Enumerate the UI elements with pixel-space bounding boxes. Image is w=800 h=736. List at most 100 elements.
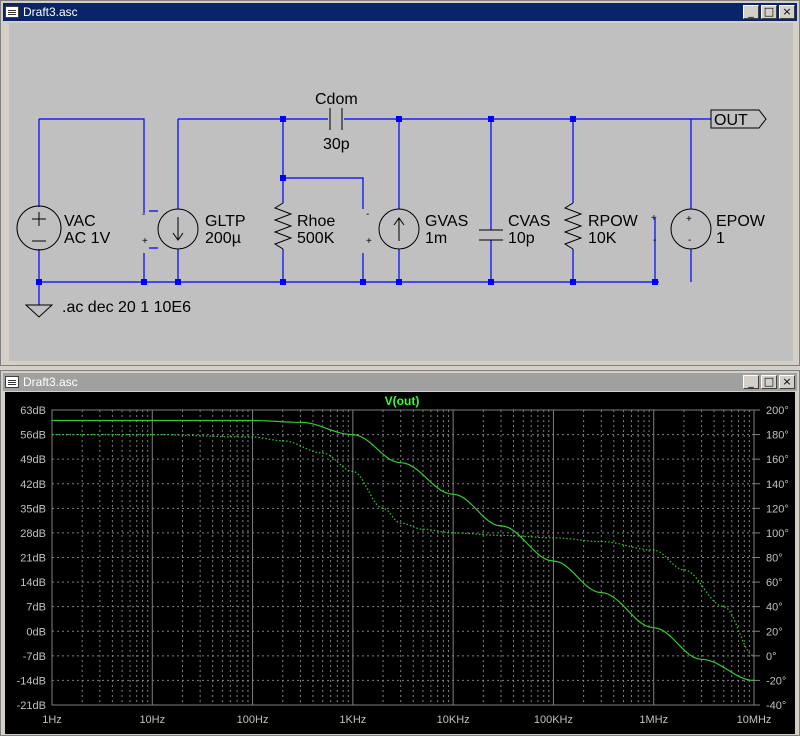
magnitude-point <box>653 627 655 629</box>
cdom-value: 30p <box>323 136 350 153</box>
magnitude-point <box>151 419 153 422</box>
cvas-name: CVAS <box>508 213 550 230</box>
y-right-tick-label: 80° <box>766 553 783 565</box>
y-right-tick-label: -40° <box>766 700 786 712</box>
cdom-symbol[interactable] <box>329 108 343 130</box>
cvas-value: 10p <box>508 230 535 247</box>
schematic-titlebar[interactable]: Draft3.asc _ □ × <box>3 3 797 21</box>
y-right-tick-label: 180° <box>766 430 789 442</box>
schematic-canvas[interactable]: - + - + + - + - VAC AC 1V GLTP 200µ Rhoe… <box>9 23 793 361</box>
spice-directive[interactable]: .ac dec 20 1 10E6 <box>62 299 191 316</box>
phase-point <box>422 528 424 530</box>
y-right-tick-label: -20° <box>766 675 786 687</box>
plot-minimize-button[interactable]: _ <box>743 375 759 389</box>
plot-canvas[interactable]: 63dB 56dB 49dB 42dB 35dB 28dB 21dB 14dB 7dB 0dB -7… <box>5 392 795 734</box>
vac-name: VAC <box>64 213 96 230</box>
schematic-close-button[interactable]: × <box>779 5 795 19</box>
x-tick-label: 100Hz <box>237 714 269 726</box>
rpow-value: 10K <box>588 230 617 247</box>
x-tick-label: 10MHz <box>737 714 772 726</box>
schematic-document-icon <box>5 6 19 18</box>
y-left-tick-label: 63dB <box>20 405 46 417</box>
gltp-wire[interactable] <box>149 119 179 282</box>
rhoe-value: 500K <box>297 230 335 247</box>
x-tick-label: 1MHz <box>639 714 668 726</box>
gltp-name: GLTP <box>205 213 246 230</box>
gvas-name: GVAS <box>425 213 468 230</box>
phase-point <box>322 452 324 454</box>
schematic-minimize-button[interactable]: _ <box>743 5 759 19</box>
y-left-tick-label: 7dB <box>26 602 46 614</box>
gvas-symbol[interactable] <box>378 208 420 250</box>
epow-pin-plus-out: + <box>651 213 657 224</box>
rhoe-symbol[interactable] <box>273 202 293 250</box>
junction <box>652 279 658 285</box>
junction <box>175 279 181 285</box>
phase-point <box>51 433 53 436</box>
magnitude-point <box>600 592 602 594</box>
x-tick-label: 100KHz <box>534 714 573 726</box>
y-right-tick-label: 140° <box>766 479 789 491</box>
y-left-tick-label: -7dB <box>23 651 46 663</box>
schematic-window: Draft3.asc _ □ × - + - + + - + - VAC AC … <box>0 0 800 366</box>
junction <box>36 279 42 285</box>
phase-point <box>552 537 555 539</box>
plot-grid <box>51 409 755 706</box>
y-right-tick-label: 20° <box>766 626 783 638</box>
epow-pin-minus-out: - <box>653 235 656 246</box>
y-left-tick-label: 35dB <box>20 503 46 515</box>
vac-symbol[interactable] <box>16 205 62 251</box>
plot-titlebar[interactable]: Draft3.asc _ □ × <box>3 373 797 391</box>
plot-restore-button[interactable]: □ <box>761 375 777 389</box>
vac-wire[interactable] <box>38 118 145 282</box>
junction <box>570 116 576 122</box>
gltp-pin-minus: - <box>142 209 145 220</box>
gltp-symbol[interactable] <box>157 208 199 250</box>
magnitude-point <box>51 419 53 422</box>
epow-name: EPOW <box>716 213 766 230</box>
magnitude-point <box>251 419 254 422</box>
magnitude-point <box>500 525 502 527</box>
y-left-tick-label: 49dB <box>20 454 46 466</box>
junction <box>360 279 366 285</box>
plot-axes: 63dB 56dB 49dB 42dB 35dB 28dB 21dB 14dB 7dB 0dB -7… <box>17 405 789 726</box>
epow-pin-plus-in: + <box>686 214 692 225</box>
junction <box>280 116 286 122</box>
epow-wire[interactable] <box>654 118 711 282</box>
magnitude-point <box>400 462 402 464</box>
x-tick-label: 1KHz <box>339 714 366 726</box>
phase-point <box>151 433 153 436</box>
chart-title[interactable]: V(out) <box>385 394 420 408</box>
out-label: OUT <box>714 112 748 129</box>
cvas-symbol[interactable] <box>479 229 503 241</box>
epow-pin-minus-in: - <box>688 235 691 246</box>
y-left-tick-label: 42dB <box>20 479 46 491</box>
rhoe-name: Rhoe <box>297 213 335 230</box>
phase-point <box>723 606 725 608</box>
cdom-name: Cdom <box>315 91 358 108</box>
phase-point <box>683 569 685 571</box>
y-left-tick-label: 14dB <box>20 577 46 589</box>
y-right-tick-label: 160° <box>766 454 789 466</box>
junction <box>141 279 147 285</box>
rpow-symbol[interactable] <box>563 202 583 250</box>
phase-point <box>500 534 502 536</box>
y-left-tick-label: 21dB <box>20 553 46 565</box>
gvas-value: 1m <box>425 230 447 247</box>
plot-document-icon <box>5 376 19 388</box>
x-tick-label: 10Hz <box>139 714 165 726</box>
gltp-pin-plus: + <box>142 236 148 247</box>
plot-window-title: Draft3.asc <box>23 375 78 389</box>
junction <box>280 175 286 181</box>
ground-symbol[interactable] <box>24 304 54 318</box>
y-right-tick-label: 200° <box>766 405 789 417</box>
schematic-restore-button[interactable]: □ <box>761 5 777 19</box>
wires <box>38 118 711 305</box>
plot-close-button[interactable]: × <box>779 375 795 389</box>
junction <box>280 279 286 285</box>
epow-value: 1 <box>716 230 725 247</box>
y-left-tick-label: -14dB <box>17 675 46 687</box>
phase-point <box>352 470 354 473</box>
phase-point <box>400 522 402 524</box>
y-right-tick-label: 40° <box>766 602 783 614</box>
